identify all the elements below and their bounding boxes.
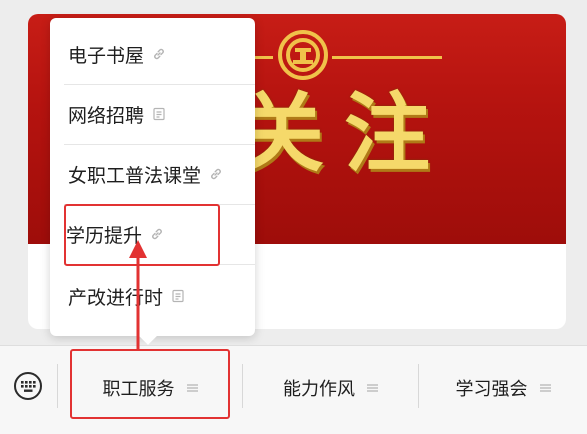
submenu-item-women-legal-class[interactable]: 女职工普法课堂 bbox=[50, 144, 273, 204]
menu-lines-icon bbox=[367, 383, 378, 393]
link-icon bbox=[209, 167, 223, 181]
highlight-box-staff-services bbox=[70, 349, 230, 419]
highlight-box-education-upgrade bbox=[64, 204, 220, 266]
banner-gold-line-right bbox=[332, 56, 442, 59]
submenu-item-online-recruitment[interactable]: 网络招聘 bbox=[50, 84, 273, 144]
bottom-menu-study-strong-union[interactable]: 学习强会 bbox=[419, 346, 587, 430]
submenu-item-reform-progress[interactable]: 产改进行时 bbox=[50, 266, 273, 326]
menu-lines-icon bbox=[539, 383, 551, 393]
bottom-menu-label: 能力作风 bbox=[283, 379, 355, 400]
bottom-menu-ability-style[interactable]: 能力作风 bbox=[243, 346, 418, 430]
submenu-item-label: 电子书屋 bbox=[68, 44, 145, 67]
trade-union-emblem-icon bbox=[278, 30, 328, 80]
submenu-popup: 电子书屋 网络招聘 女职工普法课堂 学历提升 产改进行时 bbox=[50, 18, 255, 336]
link-icon bbox=[152, 47, 166, 61]
page-icon bbox=[152, 107, 166, 121]
bottom-bar-divider bbox=[57, 364, 58, 408]
banner-heading-char-2: 注 bbox=[344, 83, 430, 184]
keyboard-icon bbox=[14, 372, 42, 400]
submenu-item-label: 女职工普法课堂 bbox=[68, 164, 202, 187]
submenu-item-label: 产改进行时 bbox=[68, 286, 164, 309]
keyboard-toggle-button[interactable] bbox=[12, 370, 44, 402]
bottom-menu-label: 学习强会 bbox=[455, 379, 528, 400]
page-icon bbox=[171, 289, 185, 303]
submenu-item-label: 网络招聘 bbox=[68, 104, 145, 127]
submenu-item-ebook-house[interactable]: 电子书屋 bbox=[50, 24, 273, 84]
